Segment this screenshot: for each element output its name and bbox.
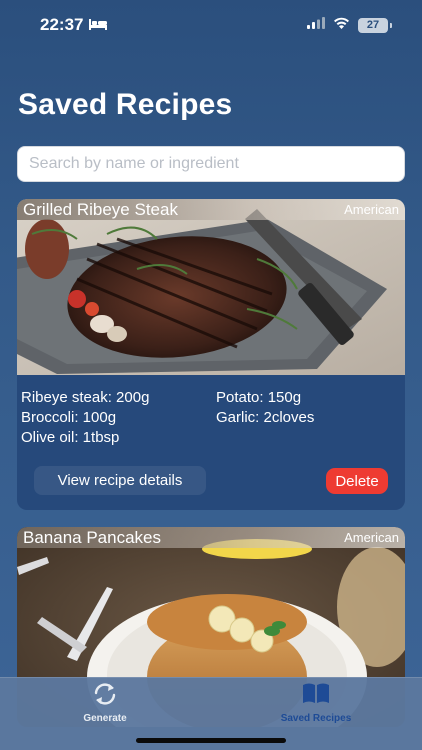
tab-label: Generate [83,713,127,724]
wifi-icon [333,16,350,34]
page-title: Saved Recipes [18,88,233,121]
view-recipe-details-button[interactable]: View recipe details [34,466,206,495]
home-indicator [136,738,286,743]
search-input[interactable] [17,146,405,182]
recipe-image: Grilled Ribeye Steak American [17,199,405,375]
recipe-name: Grilled Ribeye Steak [23,199,178,219]
ingredient-item: Ribeye steak: 200g [21,389,150,406]
refresh-icon [90,682,120,709]
book-icon [301,682,331,709]
ingredient-item: Broccoli: 100g [21,409,117,426]
delete-button[interactable]: Delete [326,468,388,494]
status-icons: 27 [307,16,392,34]
battery-icon: 27 [358,17,392,33]
cuisine-label: American [344,530,399,545]
status-time-group: 22:37 [40,15,108,35]
cellular-signal-icon [307,16,325,34]
ingredient-item: Garlic: 2cloves [216,409,315,426]
ingredients-list: Ribeye steak: 200g Potato: 150g Broccoli… [21,388,401,447]
status-time: 22:37 [40,15,84,34]
ingredient-item: Potato: 150g [216,389,302,406]
tab-label: Saved Recipes [280,713,352,724]
ingredient-item: Olive oil: 1tbsp [21,429,120,446]
tab-generate[interactable]: Generate [35,682,175,726]
recipe-name: Banana Pancakes [23,527,161,547]
cuisine-label: American [344,202,399,217]
card-title-bar: Banana Pancakes American [17,527,405,548]
bed-icon [89,15,108,35]
card-title-bar: Grilled Ribeye Steak American [17,199,405,220]
recipe-card: Grilled Ribeye Steak American Ribeye ste… [17,199,405,510]
status-bar: 22:37 27 [0,0,422,50]
tab-saved-recipes[interactable]: Saved Recipes [246,682,386,726]
steak-image [17,199,405,375]
